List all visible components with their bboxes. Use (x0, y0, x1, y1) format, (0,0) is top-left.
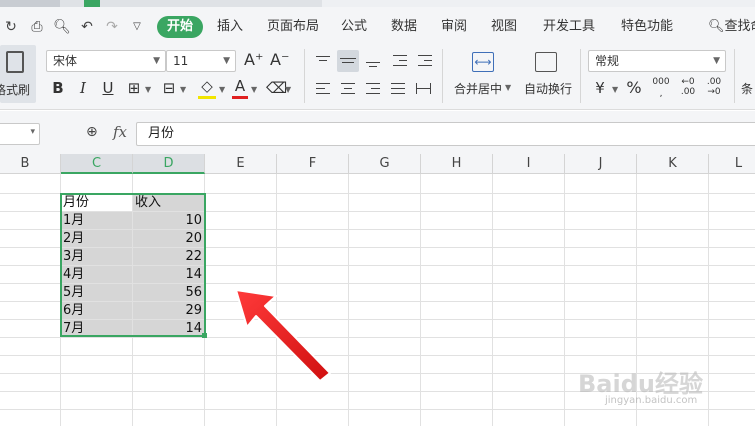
annotation-arrow (235, 289, 331, 382)
arrow-shape (235, 289, 331, 382)
